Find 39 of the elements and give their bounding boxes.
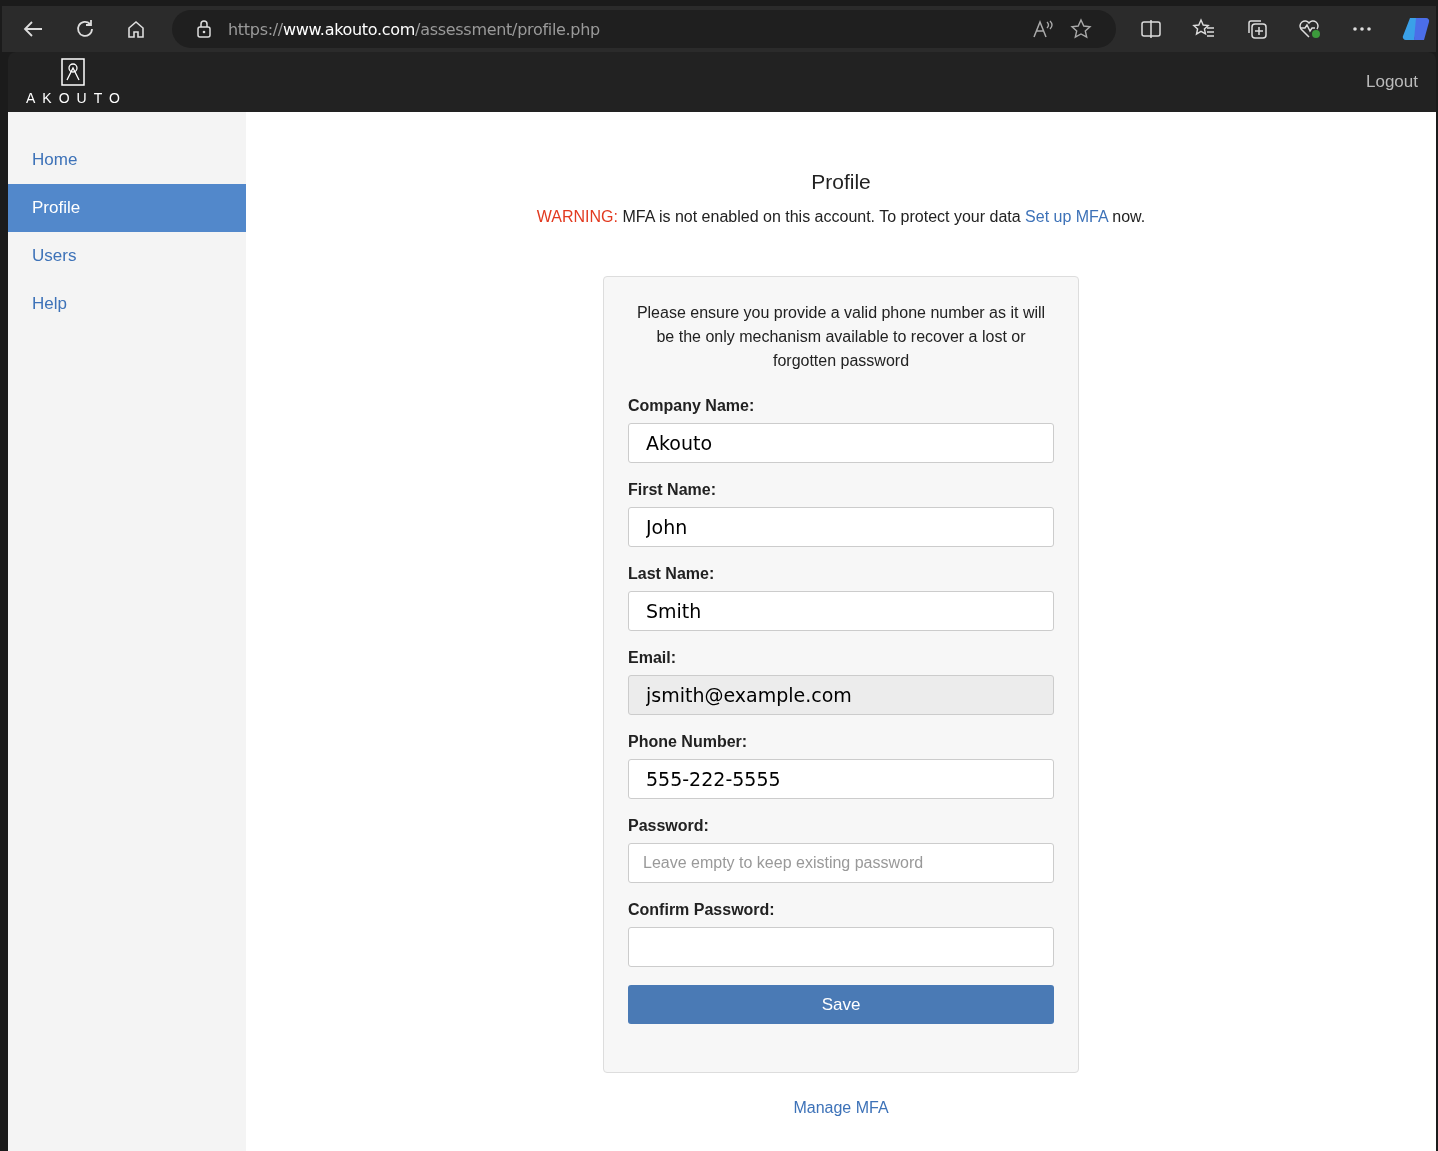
input-field[interactable]: Leave empty to keep existing password	[628, 843, 1054, 883]
setup-mfa-link[interactable]: Set up MFA	[1025, 208, 1108, 225]
home-icon[interactable]	[126, 19, 146, 39]
health-heart-icon[interactable]	[1298, 18, 1322, 40]
sidebar-item[interactable]: Help	[8, 280, 246, 328]
field-label: Company Name:	[628, 396, 756, 416]
field-label: Email:	[628, 648, 677, 668]
manage-mfa-link[interactable]: Manage MFA	[793, 1099, 889, 1117]
star-icon[interactable]	[1070, 18, 1092, 40]
input-field[interactable]: Smith	[628, 591, 1054, 631]
sidebar-item[interactable]: Profile	[8, 184, 246, 232]
field-label: Password:	[628, 816, 710, 836]
field-label: Confirm Password:	[628, 900, 776, 920]
field-label: Phone Number:	[628, 732, 749, 752]
field-label: First Name:	[628, 480, 718, 500]
read-aloud-icon[interactable]	[1032, 19, 1054, 39]
url-text: https://www.akouto.com/assessment/profile.php	[228, 19, 600, 39]
logo-icon	[60, 58, 85, 86]
logo-text: AKOUTO	[26, 90, 127, 106]
copilot-icon[interactable]	[1402, 16, 1432, 42]
input-field[interactable]: Akouto	[628, 423, 1054, 463]
collections-icon[interactable]	[1246, 18, 1268, 40]
refresh-icon[interactable]	[74, 18, 96, 40]
save-button[interactable]: Save	[628, 985, 1054, 1024]
field-label: Last Name:	[628, 564, 716, 584]
page-title: Profile	[811, 170, 871, 194]
address-bar[interactable]: https://www.akouto.com/assessment/profile.php	[172, 10, 1116, 48]
logout-link[interactable]: Logout	[1366, 72, 1418, 92]
favorites-icon[interactable]	[1192, 18, 1216, 40]
split-screen-icon[interactable]	[1140, 19, 1162, 39]
lock-icon[interactable]	[196, 20, 212, 38]
back-icon[interactable]	[22, 20, 44, 38]
input-field[interactable]	[628, 927, 1054, 967]
input-field[interactable]: 555-222-5555	[628, 759, 1054, 799]
phone-notice: Please ensure you provide a valid phone number as it will be the only mechanism available to recover a lost or forgotten password	[635, 303, 1047, 371]
mfa-warning: WARNING: MFA is not enabled on this account. To protect your data Set up MFA now.	[536, 208, 1146, 226]
sidebar-item[interactable]: Home	[8, 136, 246, 184]
more-icon[interactable]	[1352, 26, 1372, 32]
sidebar-item[interactable]: Users	[8, 232, 246, 280]
